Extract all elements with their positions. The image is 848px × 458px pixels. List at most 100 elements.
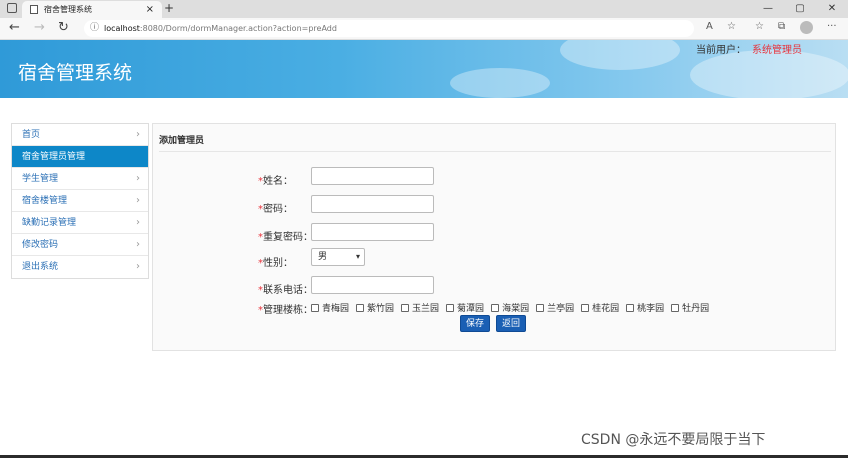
browser-chrome: 宿舍管理系统 × + — ▢ ✕ ← → ↻ ⓘ localhost:8080/…	[0, 0, 848, 40]
current-user-label: 当前用户：	[696, 45, 746, 56]
url-path: :8080/Dorm/dormManager.action?action=pre…	[139, 24, 337, 33]
building-checkbox[interactable]: 兰亭园	[536, 301, 574, 314]
sidebar-item-label: 退出系统	[22, 262, 59, 272]
building-checkbox[interactable]: 青梅园	[311, 301, 349, 314]
new-tab-button[interactable]: +	[164, 1, 174, 15]
checkbox[interactable]	[626, 303, 635, 312]
buildings-label: *管理楼栋：	[258, 301, 313, 316]
building-checkbox[interactable]: 玉兰园	[401, 301, 439, 314]
checkbox[interactable]	[671, 303, 680, 312]
chevron-right-icon: ›	[136, 129, 140, 140]
checkbox[interactable]	[446, 303, 455, 312]
browser-tab[interactable]: 宿舍管理系统 ×	[22, 1, 162, 18]
building-checkbox[interactable]: 桂花园	[581, 301, 619, 314]
buildings-label-text: 管理楼栋：	[263, 305, 313, 316]
building-name: 海棠园	[502, 304, 530, 314]
address-bar[interactable]: ⓘ localhost:8080/Dorm/dormManager.action…	[84, 20, 694, 37]
repassword-label-text: 重复密码：	[263, 232, 313, 243]
building-name: 玉兰园	[412, 304, 440, 314]
panel-title: 添加管理员	[159, 136, 205, 146]
building-checkbox[interactable]: 牡丹园	[671, 301, 709, 314]
sidebar-item-label: 学生管理	[22, 174, 59, 184]
chevron-right-icon: ›	[136, 195, 140, 206]
favorites-icon[interactable]: ☆	[755, 21, 764, 32]
more-menu-icon[interactable]: ···	[827, 21, 837, 32]
forward-arrow-icon[interactable]: →	[34, 20, 45, 35]
url-host: localhost	[104, 24, 140, 33]
minimize-button[interactable]: —	[752, 0, 784, 18]
main-panel: 添加管理员	[152, 123, 836, 351]
building-checkbox[interactable]: 桃李园	[626, 301, 664, 314]
sex-label-text: 性别：	[263, 258, 293, 269]
browser-toolbar: ← → ↻ ⓘ localhost:8080/Dorm/dormManager.…	[0, 18, 848, 40]
current-user-name: 系统管理员	[752, 45, 802, 56]
building-name: 牡丹园	[682, 304, 710, 314]
building-name: 桂花园	[592, 304, 620, 314]
chevron-right-icon: ›	[136, 173, 140, 184]
building-checkbox[interactable]: 紫竹园	[356, 301, 394, 314]
sidebar-item-buildings[interactable]: 宿舍楼管理 ›	[12, 190, 148, 212]
checkbox[interactable]	[491, 303, 500, 312]
watermark-text: CSDN @永远不要局限于当下	[581, 432, 766, 448]
panel-divider	[159, 151, 831, 152]
sidebar-item-dorm-manager[interactable]: 宿舍管理员管理›	[12, 146, 148, 168]
building-name: 紫竹园	[367, 304, 395, 314]
chevron-down-icon: ▾	[355, 252, 360, 261]
collections-icon[interactable]: ⧉	[778, 21, 785, 32]
sex-select[interactable]: 男 ▾	[311, 248, 365, 266]
sidebar-item-logout[interactable]: 退出系统 ›	[12, 256, 148, 278]
close-window-button[interactable]: ✕	[816, 0, 848, 18]
name-input[interactable]	[311, 167, 434, 185]
checkbox[interactable]	[401, 303, 410, 312]
page-favicon-icon	[30, 5, 38, 14]
name-label: *姓名：	[258, 172, 293, 187]
sidebar-item-label: 修改密码	[22, 240, 59, 250]
back-button[interactable]: 返回	[496, 315, 527, 332]
checkbox[interactable]	[581, 303, 590, 312]
sidebar-item-label: 宿舍管理员管理	[22, 152, 86, 162]
building-checkbox[interactable]: 菊潭园	[446, 301, 484, 314]
chevron-right-icon: ›	[136, 261, 140, 272]
name-label-text: 姓名：	[263, 176, 293, 187]
favorite-star-icon[interactable]: ☆	[727, 21, 736, 32]
tab-close-icon[interactable]: ×	[146, 1, 154, 18]
building-checkbox[interactable]: 海棠园	[491, 301, 529, 314]
site-info-icon[interactable]: ⓘ	[90, 20, 99, 37]
checkbox[interactable]	[311, 303, 319, 312]
password-label-text: 密码：	[263, 204, 293, 215]
sex-label: *性别：	[258, 254, 293, 269]
window-controls: — ▢ ✕	[752, 0, 848, 18]
profile-avatar[interactable]	[800, 21, 813, 34]
cloud-decoration	[690, 50, 848, 98]
sidebar-item-label: 缺勤记录管理	[22, 218, 77, 228]
building-name: 青梅园	[322, 304, 350, 314]
chevron-right-icon: ›	[136, 239, 140, 250]
password-label: *密码：	[258, 200, 293, 215]
sidebar-nav: 首页› 宿舍管理员管理› 学生管理› 宿舍楼管理› 缺勤记录管理› 修改密码› …	[11, 123, 149, 279]
checkbox[interactable]	[356, 303, 365, 312]
tab-strip: 宿舍管理系统 × + — ▢ ✕	[0, 0, 848, 18]
checkbox[interactable]	[536, 303, 545, 312]
sex-select-value: 男	[318, 252, 328, 262]
cloud-decoration	[450, 68, 550, 98]
chevron-right-icon: ›	[136, 217, 140, 228]
phone-label: *联系电话：	[258, 281, 313, 296]
save-button[interactable]: 保存	[460, 315, 491, 332]
tab-actions-icon[interactable]	[7, 3, 17, 13]
cloud-decoration	[560, 40, 680, 70]
back-arrow-icon[interactable]: ←	[9, 20, 20, 35]
maximize-button[interactable]: ▢	[784, 0, 816, 18]
password-input[interactable]	[311, 195, 434, 213]
reload-icon[interactable]: ↻	[58, 20, 69, 35]
building-name: 兰亭园	[547, 304, 575, 314]
current-user-info: 当前用户： 系统管理员	[696, 41, 802, 56]
read-aloud-icon[interactable]: A	[706, 21, 713, 32]
sidebar-item-change-password[interactable]: 修改密码 ›	[12, 234, 148, 256]
sidebar-item-home[interactable]: 首页 ›	[12, 124, 148, 146]
sidebar-item-students[interactable]: 学生管理 ›	[12, 168, 148, 190]
phone-input[interactable]	[311, 276, 434, 294]
building-name: 桃李园	[637, 304, 665, 314]
repassword-input[interactable]	[311, 223, 434, 241]
sidebar-item-absence-records[interactable]: 缺勤记录管理 ›	[12, 212, 148, 234]
sidebar-item-label: 宿舍楼管理	[22, 196, 68, 206]
